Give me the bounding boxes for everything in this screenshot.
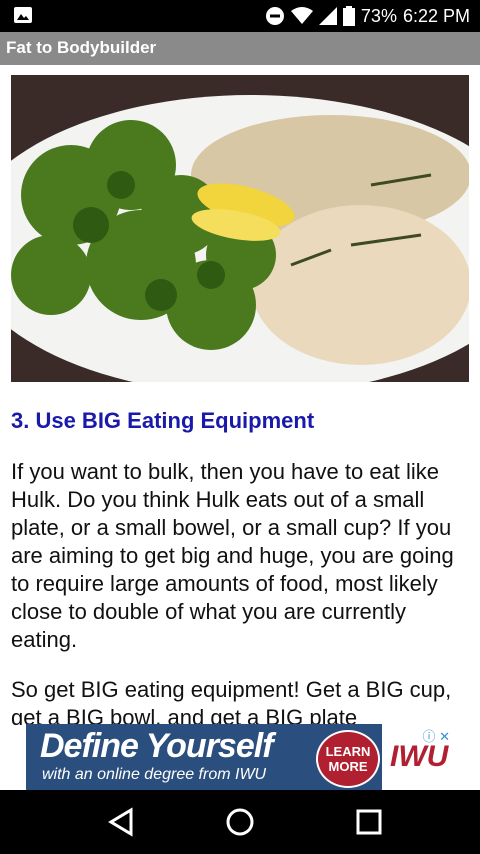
recents-icon[interactable]	[351, 804, 387, 840]
back-icon[interactable]	[103, 804, 139, 840]
clock: 6:22 PM	[402, 5, 470, 26]
paragraph-1: If you want to bulk, then you have to ea…	[11, 459, 454, 652]
status-bar: 73% 6:22 PM	[0, 0, 480, 32]
wifi-icon	[290, 7, 313, 24]
paragraph-2: So get BIG eating equipment! Get a BIG c…	[11, 677, 452, 725]
home-icon[interactable]	[222, 804, 258, 840]
battery-icon	[342, 6, 355, 26]
app-bar: Fat to Bodybuilder	[0, 32, 480, 65]
dnd-icon	[265, 7, 284, 25]
food-plate-image	[11, 75, 469, 382]
ad-banner[interactable]: Define Yourself with an online degree fr…	[26, 724, 454, 790]
ad-close-icon[interactable]: ⓘ ✕	[422, 726, 450, 745]
signal-icon	[318, 7, 337, 25]
gallery-icon	[14, 7, 32, 23]
app-title: Fat to Bodybuilder	[6, 38, 157, 57]
battery-percent: 73%	[360, 5, 397, 26]
learn-more-button[interactable]: LEARN MORE	[316, 730, 380, 788]
navigation-bar	[0, 790, 480, 854]
ad-headline: Define Yourself	[40, 727, 274, 765]
section-heading: 3. Use BIG Eating Equipment	[11, 408, 315, 433]
article-content[interactable]: 3. Use BIG Eating Equipment If you want …	[0, 65, 480, 725]
brand-text: IWU	[390, 740, 449, 773]
ad-subline: with an online degree from IWU	[42, 766, 267, 783]
